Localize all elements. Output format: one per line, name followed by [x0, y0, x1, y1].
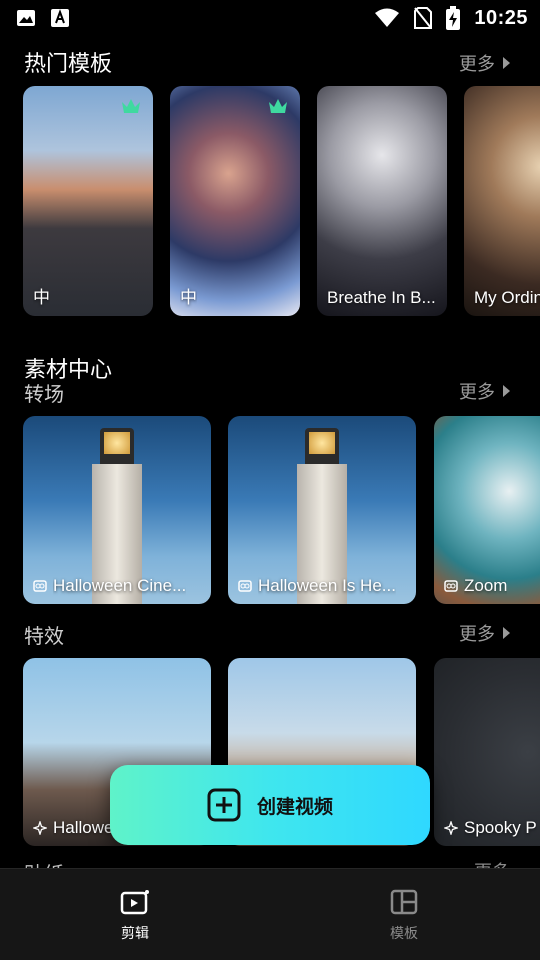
template-label: 中 [180, 288, 197, 307]
effect-label: Spooky P [444, 818, 537, 838]
template-icon [390, 889, 418, 915]
template-label: My Ordin [474, 288, 540, 307]
transition-icon [33, 580, 47, 592]
sparkle-icon [444, 821, 458, 835]
transition-label: Halloween Cine... [33, 576, 186, 596]
nav-edit[interactable]: 剪辑 [95, 889, 175, 943]
chevron-right-icon [503, 385, 510, 397]
effect-label: Hallowe [33, 818, 113, 838]
no-sim-icon [414, 7, 433, 29]
transition-label: Halloween Is He... [238, 576, 396, 596]
transition-icon [444, 580, 458, 592]
effects-title: 特效 [24, 626, 64, 648]
template-label: Breathe In B... [327, 288, 436, 307]
template-card[interactable]: 中 [23, 86, 153, 316]
transition-card[interactable]: Zoom [434, 416, 540, 604]
create-video-button[interactable]: 创建视频 [110, 765, 430, 845]
transition-card[interactable]: Halloween Is He... [228, 416, 416, 604]
transitions-more-button[interactable]: 更多 [459, 378, 510, 404]
more-label: 更多 [459, 624, 495, 644]
hot-templates-row: 中 中 Breathe In B... My Ordin [0, 86, 540, 316]
add-icon [207, 788, 241, 822]
font-a-icon [51, 9, 69, 27]
hot-templates-title: 热门模板 [24, 51, 113, 76]
transitions-title: 转场 [24, 384, 64, 406]
gallery-icon [17, 10, 35, 26]
effects-more-button[interactable]: 更多 [459, 620, 510, 646]
more-label: 更多 [459, 382, 495, 402]
nav-edit-label: 剪辑 [121, 925, 149, 941]
sparkle-icon [33, 821, 47, 835]
template-card[interactable]: 中 [170, 86, 300, 316]
status-bar: 10:25 [0, 0, 540, 36]
nav-templates[interactable]: 模板 [364, 889, 444, 943]
template-label: 中 [33, 288, 50, 307]
battery-charging-icon [446, 6, 461, 30]
transition-label: Zoom [444, 576, 507, 596]
clock: 10:25 [474, 6, 528, 29]
hot-templates-more-button[interactable]: 更多 [459, 50, 510, 76]
bottom-nav: 剪辑 模板 [0, 868, 540, 960]
more-label: 更多 [459, 54, 495, 74]
transition-card[interactable]: Halloween Cine... [23, 416, 211, 604]
crown-icon [269, 99, 287, 113]
transitions-row: Halloween Cine... Halloween Is He... Zoo… [0, 416, 540, 604]
create-video-label: 创建视频 [256, 796, 333, 818]
chevron-right-icon [503, 627, 510, 639]
nav-templates-label: 模板 [390, 925, 418, 941]
template-card[interactable]: My Ordin [464, 86, 540, 316]
crown-icon [122, 99, 140, 113]
effect-card[interactable]: Spooky P [434, 658, 540, 846]
chevron-right-icon [503, 57, 510, 69]
video-edit-icon [120, 890, 149, 915]
wifi-icon [375, 8, 400, 27]
template-card[interactable]: Breathe In B... [317, 86, 447, 316]
transition-icon [238, 580, 252, 592]
